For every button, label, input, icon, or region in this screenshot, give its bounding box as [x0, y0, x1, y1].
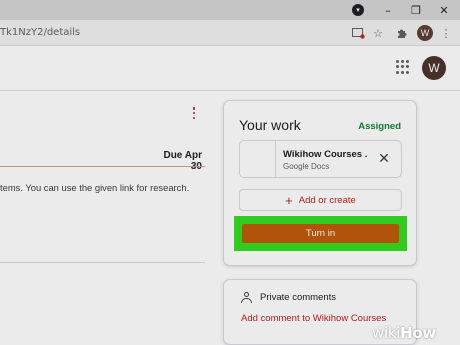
extensions-icon[interactable] [394, 25, 410, 41]
wikihow-watermark: wikiHow [372, 324, 436, 342]
add-comment-link[interactable]: Add comment to Wikihow Courses [241, 313, 386, 324]
section-divider [0, 262, 205, 263]
turn-in-button[interactable]: Turn in [242, 224, 399, 243]
remove-attachment-icon[interactable]: ✕ [376, 151, 392, 167]
add-or-create-button[interactable]: + Add or create [239, 189, 402, 211]
attachment-thumbnail [240, 141, 276, 177]
person-icon [241, 292, 252, 304]
attachment-item[interactable]: Wikihow Courses ... Google Docs ✕ [239, 140, 402, 178]
chrome-profile-menu-icon[interactable]: ▾ [352, 4, 364, 16]
address-bar: Tk1NzY2/details ☆ W ⋮ [0, 20, 460, 46]
profile-avatar-small[interactable]: W [417, 25, 433, 41]
minimize-button[interactable]: – [380, 2, 396, 18]
your-work-title: Your work [239, 117, 301, 133]
classroom-header: W [0, 47, 460, 91]
account-avatar[interactable]: W [422, 56, 446, 80]
more-options-icon[interactable] [190, 105, 198, 121]
attachment-type: Google Docs [283, 162, 330, 171]
url-text[interactable]: Tk1NzY2/details [0, 27, 80, 38]
restore-button[interactable]: ❐ [408, 2, 424, 18]
status-badge: Assigned [358, 121, 401, 132]
assignment-instructions: tems. You can use the given link for res… [0, 182, 190, 193]
header-divider [0, 166, 205, 167]
turn-in-highlight: Turn in [234, 216, 407, 251]
private-comments-title: Private comments [260, 292, 337, 303]
attachment-title: Wikihow Courses ... [283, 149, 368, 160]
due-date: Due Apr 30 [163, 150, 202, 172]
bookmark-star-icon[interactable]: ☆ [370, 25, 386, 41]
plus-icon: + [285, 192, 293, 208]
close-window-button[interactable]: ✕ [436, 2, 452, 18]
add-or-create-label: Add or create [298, 194, 356, 206]
google-apps-grid-icon[interactable] [396, 60, 410, 74]
chrome-menu-icon[interactable]: ⋮ [438, 25, 454, 41]
tab-cast-icon[interactable] [350, 25, 366, 41]
browser-titlebar: ▾ – ❐ ✕ [0, 0, 460, 20]
your-work-card: Your work Assigned Wikihow Courses ... G… [223, 100, 417, 266]
